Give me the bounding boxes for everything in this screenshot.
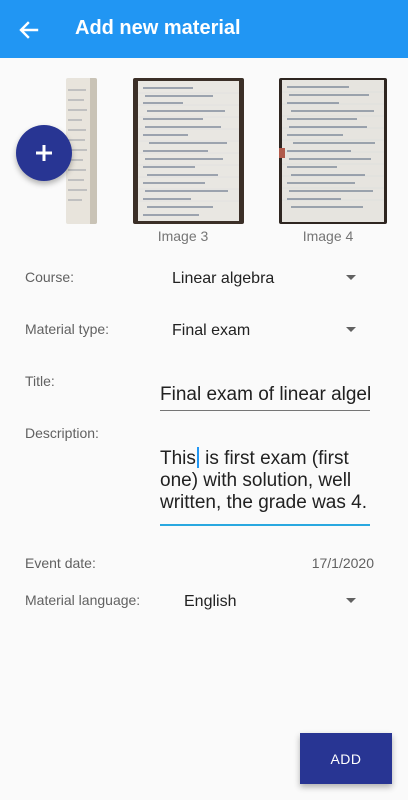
material-language-label: Material language: (25, 592, 141, 608)
image-thumbnail-3[interactable] (133, 78, 244, 224)
event-date-label: Event date: (25, 555, 96, 571)
text-cursor (196, 447, 199, 468)
title-input[interactable]: Final exam of linear algebra (160, 384, 370, 411)
image-label-4: Image 4 (302, 228, 354, 244)
back-button[interactable] (14, 15, 44, 45)
material-language-dropdown[interactable]: English (172, 588, 370, 618)
page-title: Add new material (75, 17, 241, 39)
material-language-value: English (184, 593, 237, 610)
image-thumbnail-4[interactable] (279, 78, 387, 224)
add-image-button[interactable] (16, 125, 72, 181)
plus-icon (36, 145, 52, 161)
course-value: Linear algebra (172, 270, 275, 287)
add-button[interactable]: ADD (300, 733, 392, 784)
chevron-down-icon (346, 327, 356, 332)
chevron-down-icon (346, 275, 356, 280)
description-label: Description: (25, 425, 99, 441)
course-label: Course: (25, 269, 75, 285)
title-label: Title: (25, 373, 55, 389)
material-type-dropdown[interactable]: Final exam (160, 317, 370, 347)
material-type-value: Final exam (172, 322, 251, 339)
event-date-value[interactable]: 17/1/2020 (280, 555, 374, 571)
arrow-left-icon (19, 21, 39, 39)
app-bar: Add new material (0, 0, 408, 58)
image-label-3: Image 3 (157, 228, 209, 244)
description-input[interactable]: This is first exam (first one) with solu… (160, 447, 370, 526)
material-type-label: Material type: (25, 321, 110, 337)
chevron-down-icon (346, 598, 356, 603)
course-dropdown[interactable]: Linear algebra (160, 265, 370, 295)
description-text-start: This (160, 448, 196, 469)
